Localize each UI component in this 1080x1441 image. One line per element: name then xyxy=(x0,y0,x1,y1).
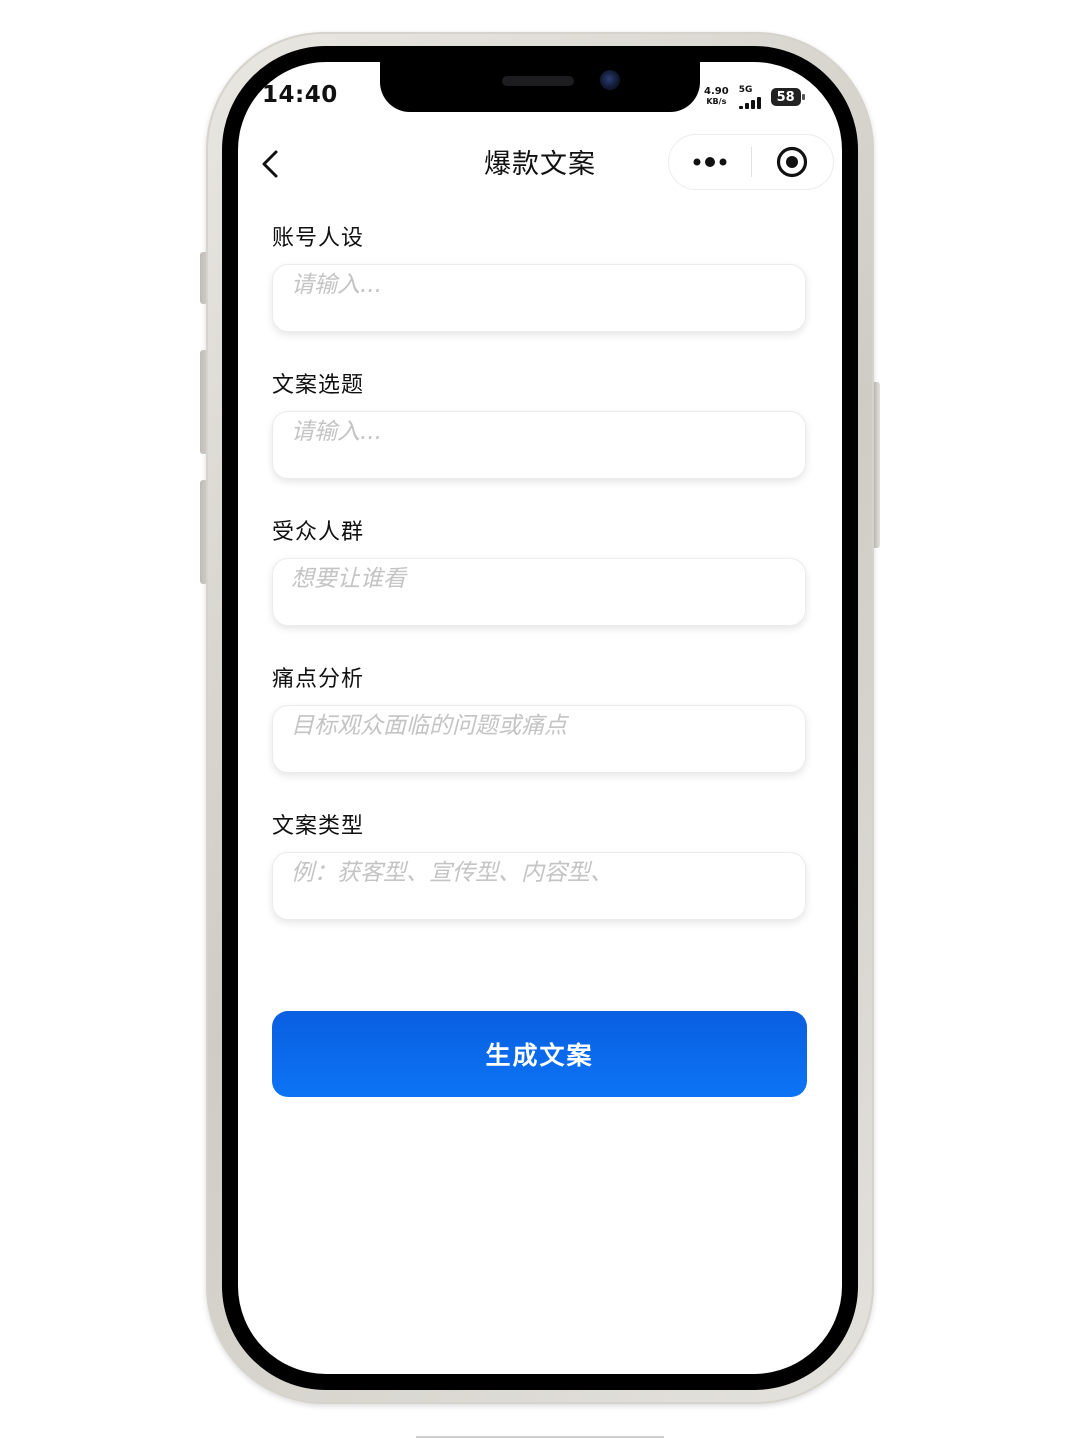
input-box xyxy=(272,705,806,773)
network-speed-value: 4.90 xyxy=(704,86,729,97)
signal-bars-icon xyxy=(738,95,761,109)
field-label: 痛点分析 xyxy=(272,667,365,692)
input-box xyxy=(272,264,806,332)
field-label: 文案选题 xyxy=(272,373,365,398)
field-pain-points: 痛点分析 xyxy=(272,661,806,808)
copy-type-input[interactable] xyxy=(289,855,793,891)
network-type: 5G xyxy=(738,84,753,95)
field-label: 账号人设 xyxy=(272,226,365,251)
home-indicator xyxy=(416,1436,664,1438)
status-time: 14:40 xyxy=(262,82,338,108)
input-box xyxy=(272,558,806,626)
phone-screen: 14:40 4.90 KB/s 5G 58 爆款文案 账号人设 请输入... 文… xyxy=(238,62,842,1374)
field-audience: 受众人群 xyxy=(272,514,806,661)
input-box xyxy=(272,852,806,920)
field-label: 文案类型 xyxy=(272,814,365,839)
network-speed-unit: KB/s xyxy=(706,97,727,106)
pain-points-input[interactable] xyxy=(289,708,793,744)
target-circle-icon xyxy=(777,146,808,178)
mini-program-capsule xyxy=(668,134,834,190)
field-topic: 文案选题 xyxy=(272,367,806,514)
field-label: 受众人群 xyxy=(272,520,365,545)
field-copy-type: 文案类型 xyxy=(272,808,806,955)
account-persona-input[interactable] xyxy=(289,267,793,303)
more-dots-icon xyxy=(693,157,727,167)
notch xyxy=(380,62,700,112)
status-right: 4.90 KB/s 5G 58 xyxy=(704,84,805,110)
front-camera-icon xyxy=(600,70,620,90)
battery-icon: 58 xyxy=(770,88,805,106)
stage: 14:40 4.90 KB/s 5G 58 爆款文案 账号人设 请输入... 文… xyxy=(0,0,1080,1441)
audience-input[interactable] xyxy=(289,561,793,597)
field-account-persona: 账号人设 xyxy=(272,220,806,367)
input-box xyxy=(272,411,806,479)
close-button[interactable] xyxy=(752,135,834,189)
generate-copy-button[interactable]: 生成文案 xyxy=(272,1011,807,1097)
copywriting-form: 账号人设 文案选题 受众人群 痛点分析 xyxy=(272,220,806,955)
network-speed: 4.90 KB/s xyxy=(704,87,729,107)
topic-input[interactable] xyxy=(289,414,793,450)
signal: 5G xyxy=(738,84,761,109)
battery-level: 58 xyxy=(776,89,795,105)
earpiece-speaker xyxy=(502,76,574,86)
more-button[interactable] xyxy=(669,135,751,189)
